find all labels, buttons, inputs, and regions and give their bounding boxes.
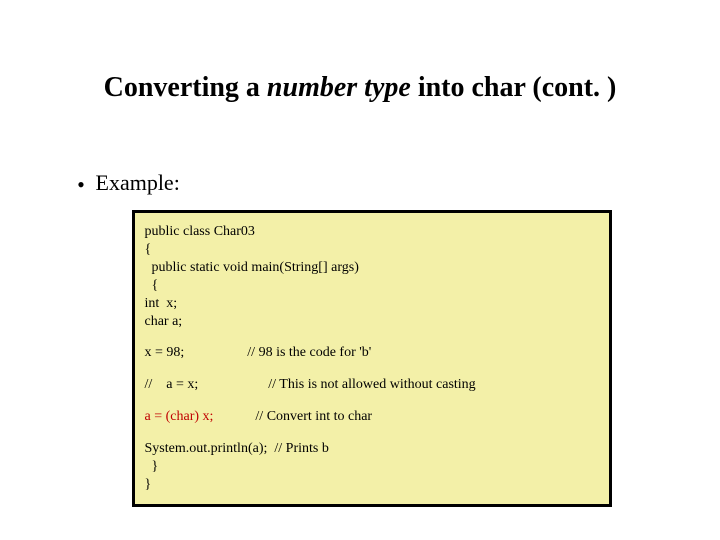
code-spacer: [141, 426, 603, 440]
code-cast-comment: // Convert int to char: [213, 409, 372, 424]
title-pre: Converting a: [104, 72, 267, 103]
code-line: x = 98; // 98 is the code for 'b': [141, 344, 603, 362]
title-post: into char (cont. ): [411, 72, 617, 103]
code-line: int x;: [141, 295, 603, 313]
bullet-item: • Example:: [72, 170, 180, 198]
code-line: // a = x; // This is not allowed without…: [141, 376, 603, 394]
code-line: }: [141, 458, 603, 476]
code-box: public class Char03 { public static void…: [132, 210, 612, 507]
slide-title: Converting a number type into char (cont…: [0, 72, 720, 104]
bullet-dot: •: [72, 172, 90, 198]
code-line: public class Char03: [141, 223, 603, 241]
title-italic: number type: [267, 72, 411, 103]
code-spacer: [141, 394, 603, 408]
code-spacer: [141, 330, 603, 344]
code-line: {: [141, 277, 603, 295]
code-spacer: [141, 362, 603, 376]
code-cast: a = (char) x;: [141, 409, 213, 424]
code-line: char a;: [141, 313, 603, 331]
code-line: {: [141, 241, 603, 259]
code-line: System.out.println(a); // Prints b: [141, 440, 603, 458]
code-line: public static void main(String[] args): [141, 259, 603, 277]
code-line: }: [141, 476, 603, 494]
slide: Converting a number type into char (cont…: [0, 0, 720, 540]
code-line: a = (char) x; // Convert int to char: [141, 408, 603, 426]
bullet-text: Example:: [96, 170, 180, 195]
